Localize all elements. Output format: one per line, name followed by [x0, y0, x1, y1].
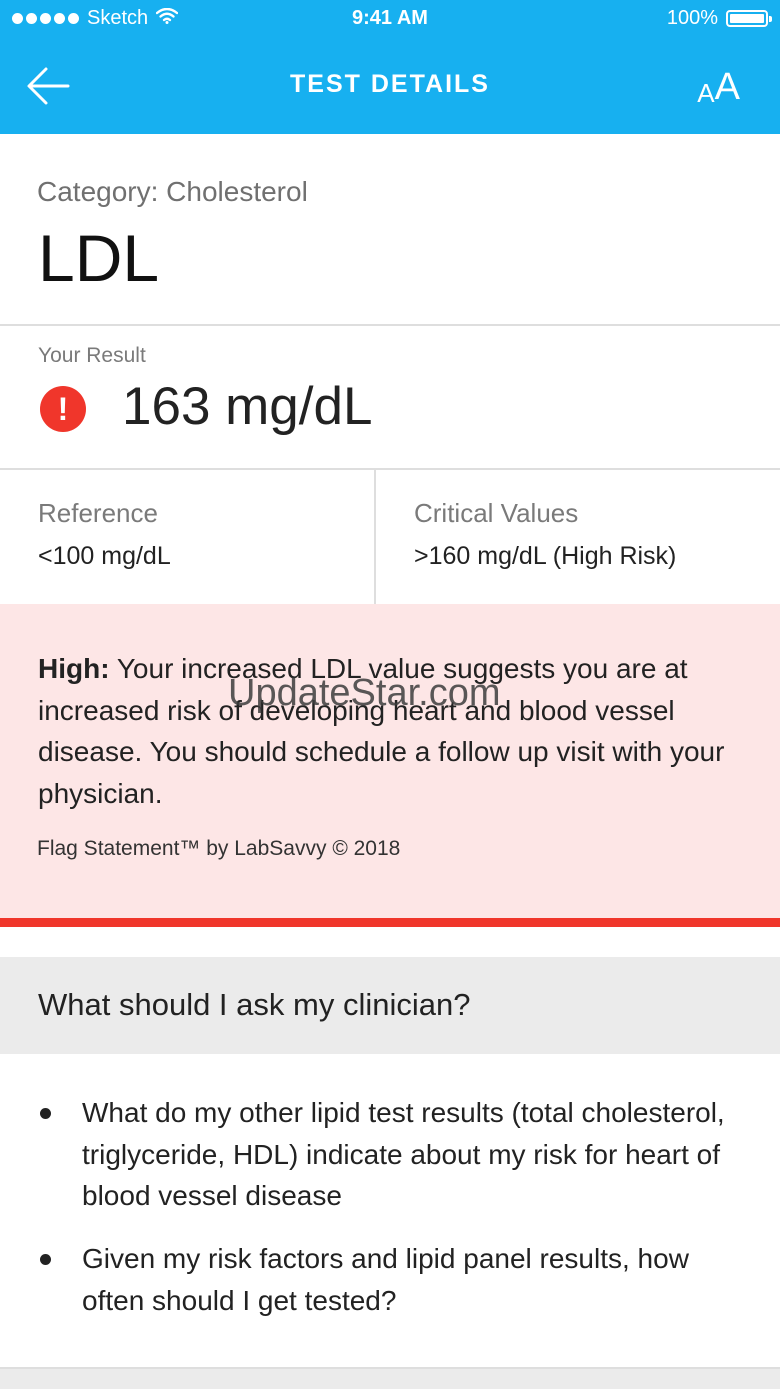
text-size-small-icon: A: [697, 78, 715, 108]
test-name: LDL: [38, 221, 160, 295]
bullet-icon: [40, 1108, 51, 1119]
flag-statement: High: Your increased LDL value suggests …: [38, 648, 748, 814]
test-title-section: Category: Cholesterol LDL: [0, 134, 780, 326]
page-title: TEST DETAILS: [290, 70, 490, 98]
flag-level: High:: [38, 653, 110, 684]
critical-values-value: >160 mg/dL (High Risk): [414, 542, 677, 570]
question-text: Given my risk factors and lipid panel re…: [82, 1243, 689, 1316]
bullet-icon: [40, 1254, 51, 1265]
clinician-questions-list: What do my other lipid test results (tot…: [0, 1054, 780, 1368]
clinician-questions-title: What should I ask my clinician?: [38, 987, 471, 1022]
result-section: Your Result ! 163 mg/dL: [0, 326, 780, 470]
critical-values-label: Critical Values: [414, 498, 579, 528]
question-text: What do my other lipid test results (tot…: [82, 1097, 725, 1211]
critical-values-column: Critical Values >160 mg/dL (High Risk): [376, 470, 780, 604]
flag-message: Your increased LDL value suggests you ar…: [38, 653, 725, 809]
test-category: Category: Cholesterol: [37, 176, 308, 207]
alert-icon: !: [40, 386, 86, 432]
flag-credit: Flag Statement™ by LabSavvy © 2018: [37, 837, 401, 860]
next-section-edge: [0, 1367, 780, 1389]
flag-statement-panel: High: Your increased LDL value suggests …: [0, 604, 780, 927]
status-time: 9:41 AM: [352, 7, 428, 29]
reference-label: Reference: [38, 498, 158, 528]
battery-icon: [726, 10, 772, 27]
reference-value: <100 mg/dL: [38, 542, 171, 570]
status-right: 100%: [666, 7, 772, 30]
text-size-large-icon: A: [714, 66, 740, 108]
reference-section: Reference <100 mg/dL Critical Values >16…: [0, 470, 780, 604]
result-label: Your Result: [38, 344, 146, 367]
battery-percent: 100%: [666, 7, 718, 29]
status-bar: Sketch 9:41 AM 100%: [0, 0, 780, 40]
reference-column: Reference <100 mg/dL: [0, 470, 376, 604]
clinician-questions-header: What should I ask my clinician?: [0, 957, 780, 1054]
text-size-button[interactable]: A A: [697, 62, 740, 106]
result-value: 163 mg/dL: [122, 377, 373, 436]
app-header: Sketch 9:41 AM 100% TEST DETAILS A A: [0, 0, 780, 134]
